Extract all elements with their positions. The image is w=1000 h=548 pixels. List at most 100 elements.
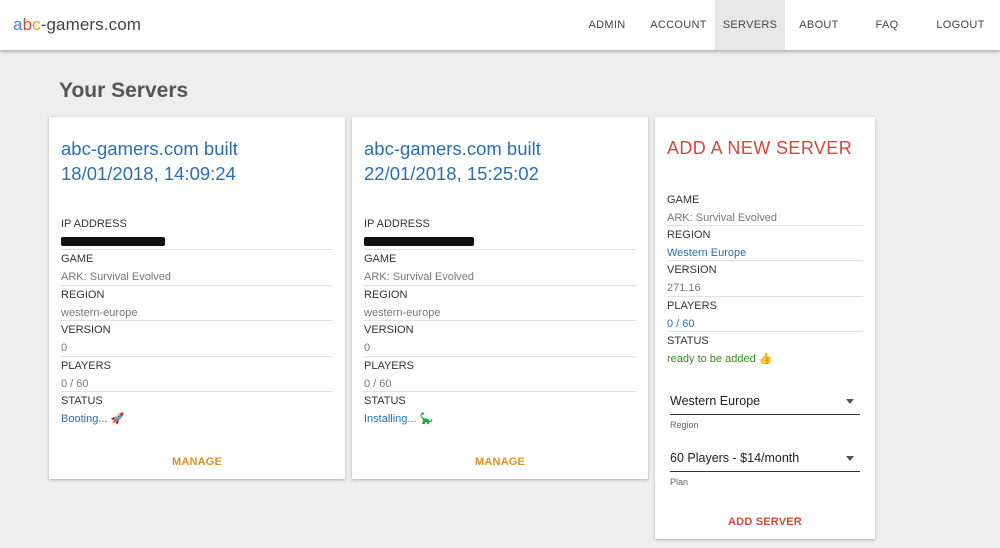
server-card-title: abc-gamers.com built 18/01/2018, 14:09:2… bbox=[61, 138, 238, 184]
status-value: Installing... 🦕 bbox=[364, 412, 636, 426]
main-nav: ADMIN ACCOUNT SERVERS ABOUT FAQ LOGOUT bbox=[572, 0, 1000, 50]
game-value: ARK: Survival Evolved bbox=[61, 271, 172, 283]
players-label: PLAYERS bbox=[61, 360, 111, 372]
divider bbox=[61, 249, 333, 250]
plan-select-value: 60 Players - $14/month bbox=[670, 451, 800, 465]
version-field: VERSION 0 bbox=[364, 324, 636, 355]
divider bbox=[364, 320, 636, 321]
version-label: VERSION bbox=[61, 324, 111, 336]
status-text: Installing... bbox=[364, 413, 417, 425]
rocket-icon: 🚀 bbox=[110, 413, 125, 425]
dinosaur-icon: 🦕 bbox=[419, 413, 434, 425]
status-text: Booting... bbox=[61, 413, 108, 425]
divider bbox=[667, 225, 863, 226]
add-server-button[interactable]: ADD SERVER bbox=[655, 516, 875, 528]
plan-select-hint: Plan bbox=[670, 477, 689, 487]
nav-logout[interactable]: LOGOUT bbox=[921, 0, 1000, 50]
thumbs-up-icon: 👍 bbox=[758, 353, 773, 365]
server-card-title: abc-gamers.com built 22/01/2018, 15:25:0… bbox=[364, 138, 541, 184]
region-label: REGION bbox=[667, 229, 711, 241]
region-label: REGION bbox=[364, 289, 408, 301]
divider bbox=[61, 320, 333, 321]
server-card: abc-gamers.com built 22/01/2018, 15:25:0… bbox=[352, 117, 648, 479]
players-value: 0 / 60 bbox=[61, 378, 89, 390]
brand-letter-a: a bbox=[13, 15, 23, 34]
game-field: GAME ARK: Survival Evolved bbox=[667, 194, 863, 225]
version-value: 0 bbox=[364, 342, 371, 354]
status-value: Booting... 🚀 bbox=[61, 412, 333, 426]
nav-account[interactable]: ACCOUNT bbox=[642, 0, 715, 50]
brand-name: -gamers.com bbox=[40, 15, 142, 34]
region-label: REGION bbox=[61, 289, 105, 301]
status-label: STATUS bbox=[61, 395, 103, 407]
chevron-down-icon bbox=[846, 456, 854, 461]
divider bbox=[61, 391, 333, 392]
brand-logo[interactable]: abc-gamers.com bbox=[13, 15, 141, 35]
players-value: 0 / 60 bbox=[364, 378, 392, 390]
nav-faq[interactable]: FAQ bbox=[853, 0, 921, 50]
divider bbox=[61, 356, 333, 357]
version-field: VERSION 271.16 bbox=[667, 264, 863, 295]
region-value: Western Europe bbox=[667, 247, 747, 259]
game-label: GAME bbox=[61, 253, 94, 265]
version-value: 271.16 bbox=[667, 282, 701, 294]
region-field: REGION western-europe bbox=[364, 289, 636, 320]
version-label: VERSION bbox=[667, 264, 717, 276]
version-label: VERSION bbox=[364, 324, 414, 336]
manage-button[interactable]: MANAGE bbox=[352, 456, 648, 468]
server-card: abc-gamers.com built 18/01/2018, 14:09:2… bbox=[49, 117, 345, 479]
version-value: 0 bbox=[61, 342, 68, 354]
players-field: PLAYERS 0 / 60 bbox=[364, 360, 636, 391]
add-server-card: ADD A NEW SERVER GAME ARK: Survival Evol… bbox=[655, 117, 875, 539]
top-navbar: abc-gamers.com ADMIN ACCOUNT SERVERS ABO… bbox=[0, 0, 1000, 50]
brand-letter-b: b bbox=[22, 15, 33, 34]
players-label: PLAYERS bbox=[667, 300, 717, 312]
status-field: STATUS Installing... 🦕 bbox=[364, 395, 636, 426]
divider bbox=[364, 249, 636, 250]
players-field: PLAYERS 0 / 60 bbox=[667, 300, 863, 331]
status-label: STATUS bbox=[364, 395, 406, 407]
divider bbox=[364, 285, 636, 286]
nav-about[interactable]: ABOUT bbox=[785, 0, 853, 50]
status-label: STATUS bbox=[667, 335, 709, 347]
divider bbox=[61, 285, 333, 286]
brand-letter-c: c bbox=[32, 15, 41, 34]
game-label: GAME bbox=[667, 194, 700, 206]
game-value: ARK: Survival Evolved bbox=[667, 212, 778, 224]
divider bbox=[364, 356, 636, 357]
region-select-hint: Region bbox=[670, 420, 699, 430]
divider bbox=[667, 296, 863, 297]
ip-label: IP ADDRESS bbox=[61, 218, 127, 230]
chevron-down-icon bbox=[846, 399, 854, 404]
nav-servers[interactable]: SERVERS bbox=[715, 0, 785, 50]
redacted-ip bbox=[61, 237, 165, 246]
region-select-group: Western Europe Region bbox=[670, 391, 860, 430]
game-field: GAME ARK: Survival Evolved bbox=[61, 253, 333, 284]
ip-field: IP ADDRESS bbox=[364, 218, 636, 251]
divider bbox=[667, 331, 863, 332]
players-label: PLAYERS bbox=[364, 360, 414, 372]
region-value: western-europe bbox=[364, 307, 441, 319]
nav-admin[interactable]: ADMIN bbox=[572, 0, 642, 50]
ip-label: IP ADDRESS bbox=[364, 218, 430, 230]
game-value: ARK: Survival Evolved bbox=[364, 271, 475, 283]
redacted-ip bbox=[364, 237, 474, 246]
plan-select-group: 60 Players - $14/month Plan bbox=[670, 448, 860, 487]
plan-select[interactable]: 60 Players - $14/month bbox=[670, 448, 860, 472]
ip-field: IP ADDRESS bbox=[61, 218, 333, 251]
version-field: VERSION 0 bbox=[61, 324, 333, 355]
players-value: 0 / 60 bbox=[667, 318, 695, 330]
divider bbox=[667, 260, 863, 261]
page-title: Your Servers bbox=[59, 79, 189, 102]
status-text: ready to be added bbox=[667, 353, 756, 365]
status-field: STATUS Booting... 🚀 bbox=[61, 395, 333, 426]
game-field: GAME ARK: Survival Evolved bbox=[364, 253, 636, 284]
players-field: PLAYERS 0 / 60 bbox=[61, 360, 333, 391]
divider bbox=[364, 391, 636, 392]
status-value: ready to be added 👍 bbox=[667, 352, 863, 366]
region-field: REGION Western Europe bbox=[667, 229, 863, 260]
game-label: GAME bbox=[364, 253, 397, 265]
region-select[interactable]: Western Europe bbox=[670, 391, 860, 415]
manage-button[interactable]: MANAGE bbox=[49, 456, 345, 468]
region-select-value: Western Europe bbox=[670, 394, 761, 408]
